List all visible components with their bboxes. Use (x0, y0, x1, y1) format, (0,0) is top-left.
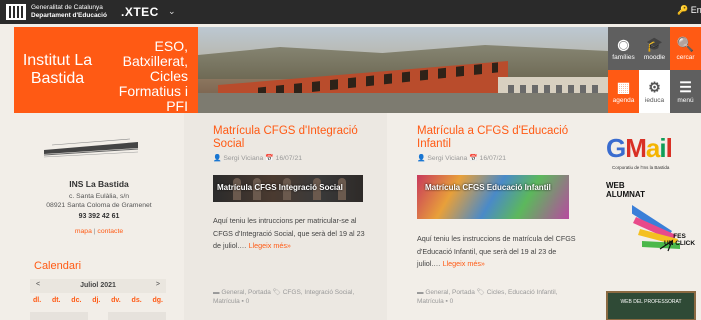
xtec-logo[interactable]: .XTEC (121, 5, 159, 19)
tile-agenda[interactable]: ▦ agenda (608, 70, 639, 113)
comment-count[interactable]: 0 (450, 298, 454, 305)
calendar-title: Calendari (34, 260, 82, 272)
post-meta: 👤 Sergi Viciana 📅 16/07/21 (417, 154, 506, 162)
gmail-banner[interactable]: GMail (606, 135, 673, 161)
menu-icon: ☰ (679, 79, 692, 95)
post-card: Matrícula CFGS d'Integració Social 👤 Ser… (184, 113, 387, 320)
post-tags[interactable]: CFGS, Integració Social, (283, 289, 355, 296)
institute-name: Institut La Bastida (22, 52, 93, 87)
post-tags[interactable]: Cicles, Educació Infantil, (487, 289, 558, 296)
tile-menu[interactable]: ☰ menú (670, 70, 701, 113)
post-date: 16/07/21 (275, 155, 303, 162)
tile-ieduca[interactable]: ⚙ ieduca (639, 70, 670, 113)
post-footer: ▬ General, Portada 🏷 Cicles, Educació In… (417, 288, 577, 306)
post-footer: ▬ General, Portada 🏷 CFGS, Integració So… (213, 288, 373, 306)
school-address: c. Santa Eulàlia, s/n 08921 Santa Coloma… (46, 193, 152, 209)
calendar-week-row (30, 312, 166, 320)
folder-icon: ▬ (417, 289, 424, 296)
web-professorat-banner[interactable]: WEB DEL PROFESSORAT (606, 291, 696, 320)
education-levels: ESO, Batxillerat, Cicles Formatius i PFI (101, 27, 198, 114)
eye-icon: ◉ (617, 36, 630, 52)
tile-moodle[interactable]: 🎓 moodle (639, 27, 670, 70)
post-categories[interactable]: General, Portada (425, 289, 475, 296)
tile-search[interactable]: 🔍 cercar (670, 27, 701, 70)
key-icon: 🔑 (677, 5, 689, 15)
web-alumnat-banner[interactable]: WEB ALUMNAT (606, 181, 645, 199)
post-image[interactable]: Matrícula CFGS Integració Social (213, 175, 363, 202)
post-image[interactable]: Matrícula CFGS Educació Infantil (417, 175, 569, 219)
calendar-icon: 📅 (265, 155, 274, 162)
post-meta: 👤 Sergi Viciana 📅 16/07/21 (213, 154, 302, 162)
post-excerpt: Aquí teniu les intruccions per matricula… (213, 216, 365, 250)
read-more-link[interactable]: Llegeix més» (443, 259, 485, 268)
contact-links: mapa | contacte (74, 228, 124, 235)
comment-icon: ▪ (445, 298, 448, 305)
post-author[interactable]: Sergi Viciana (427, 155, 467, 162)
top-bar: Generalitat de Catalunya Departament d'E… (0, 0, 701, 24)
calendar-icon: ▦ (616, 79, 631, 95)
post-date: 16/07/21 (479, 155, 507, 162)
post-image-caption: Matrícula CFGS Integració Social (217, 183, 343, 192)
post-tags-2[interactable]: Matrícula (213, 298, 240, 305)
tag-icon: 🏷 (272, 289, 281, 296)
gear-icon: ⚙ (648, 79, 661, 95)
tag-icon: 🏷 (476, 289, 485, 296)
login-link[interactable]: 🔑 Entrar (677, 5, 701, 16)
calendar-header: Juliol 2021 < > (30, 279, 166, 293)
post-excerpt: Aquí teniu les instruccions de matrícula… (417, 234, 576, 268)
school-building-drawing (43, 138, 139, 158)
read-more-link[interactable]: Llegeix més» (249, 241, 291, 250)
search-icon: 🔍 (676, 36, 695, 52)
user-icon: 👤 (417, 155, 426, 162)
comment-count[interactable]: 0 (246, 298, 250, 305)
gmail-subtitle: Corporatiu de l'Ins la Bastida (612, 165, 670, 170)
generalitat-text[interactable]: Generalitat de Catalunya Departament d'E… (31, 4, 107, 20)
post-categories[interactable]: General, Portada (221, 289, 271, 296)
calendar-weekdays: dl. dt. dc. dj. dv. ds. dg. (33, 297, 163, 304)
right-sidebar: GMail Corporatiu de l'Ins la Bastida WEB… (592, 113, 701, 320)
calendar-icon: 📅 (469, 155, 478, 162)
post-card: Matrícula a CFGS d'Educació Infantil 👤 S… (388, 113, 591, 320)
post-tags-2[interactable]: Matrícula (417, 298, 444, 305)
fes-un-click: FES UN CLICK (664, 233, 696, 247)
user-icon: 👤 (213, 155, 222, 162)
school-phone: 93 392 42 61 (78, 213, 120, 220)
calendar-next-button[interactable]: > (156, 281, 160, 288)
post-title[interactable]: Matrícula CFGS d'Integració Social (213, 125, 383, 150)
school-banner-image (198, 27, 608, 113)
institute-logo[interactable]: Institut La Bastida (14, 27, 101, 113)
school-name: INS La Bastida (69, 179, 129, 189)
graduation-cap-icon: 🎓 (645, 36, 664, 52)
generalitat-logo-icon[interactable] (6, 4, 26, 20)
tile-families[interactable]: ◉ famílies (608, 27, 639, 70)
contact-link[interactable]: contacte (97, 228, 123, 235)
post-title[interactable]: Matrícula a CFGS d'Educació Infantil (417, 125, 587, 150)
chevron-down-icon[interactable]: ⌄ (168, 6, 176, 17)
calendar-month: Juliol 2021 (80, 282, 116, 289)
quick-links: ◉ famílies 🎓 moodle 🔍 cercar ▦ agenda ⚙ … (608, 27, 701, 113)
folder-icon: ▬ (213, 289, 220, 296)
post-author[interactable]: Sergi Viciana (223, 155, 263, 162)
sidebar: INS La Bastida c. Santa Eulàlia, s/n 089… (14, 120, 184, 320)
map-link[interactable]: mapa (75, 228, 92, 235)
site-header: Institut La Bastida ESO, Batxillerat, Ci… (14, 27, 701, 114)
comment-icon: ▪ (241, 298, 244, 305)
calendar-prev-button[interactable]: < (36, 281, 40, 288)
post-image-caption: Matrícula CFGS Educació Infantil (425, 183, 551, 192)
